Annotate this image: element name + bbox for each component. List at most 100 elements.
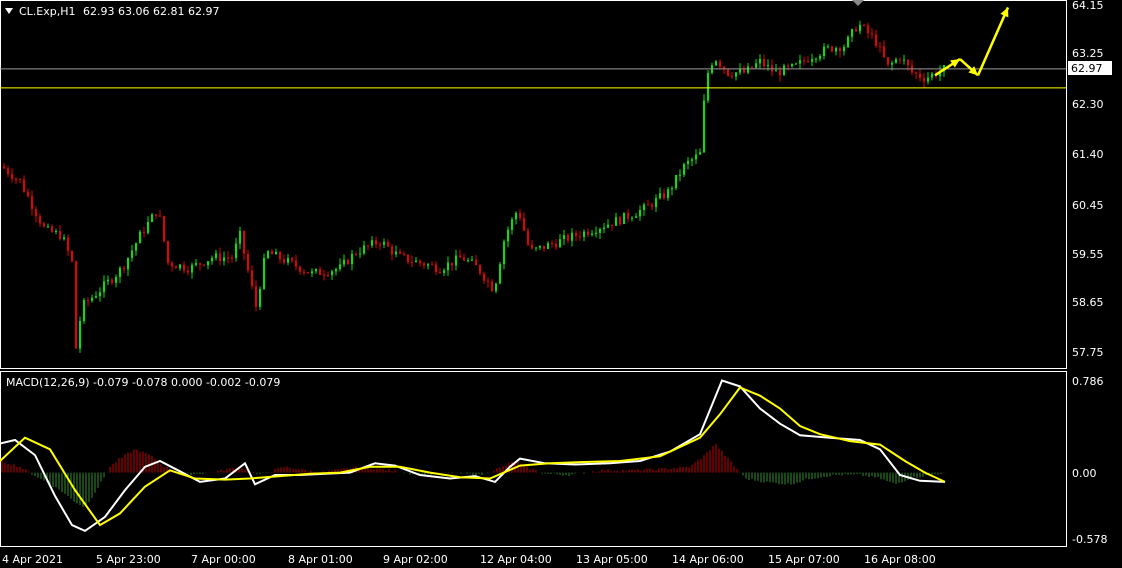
price-tick: 60.45 — [1072, 199, 1104, 212]
ohlc-label: 62.93 63.06 62.81 62.97 — [83, 5, 219, 18]
candle-body — [283, 259, 285, 263]
candle-body — [39, 216, 41, 224]
macd-tick: -0.578 — [1072, 533, 1107, 546]
candle-body — [323, 274, 325, 276]
candle-body — [275, 251, 277, 255]
candle-body — [291, 257, 293, 261]
price-tick: 59.55 — [1072, 248, 1104, 261]
candle-body — [119, 267, 121, 277]
candle-body — [587, 231, 589, 235]
candle-body — [851, 29, 853, 37]
candle-body — [403, 253, 405, 255]
candle-body — [447, 262, 449, 271]
candle-body — [515, 212, 517, 220]
candle-body — [639, 209, 641, 217]
candle-body — [207, 261, 209, 266]
candle-body — [431, 264, 433, 266]
candle-body — [427, 264, 429, 266]
candle-body — [131, 250, 133, 258]
candle-body — [687, 160, 689, 165]
candle-body — [47, 226, 49, 228]
candle-body — [595, 232, 597, 234]
candle-body — [799, 60, 801, 64]
candle-body — [591, 233, 593, 235]
candle-body — [775, 70, 777, 72]
candle-body — [815, 58, 817, 60]
candle-body — [651, 204, 653, 208]
candle-body — [539, 245, 541, 248]
candle-body — [503, 241, 505, 265]
candle-body — [599, 229, 601, 233]
symbol-label: CL.Exp,H1 — [19, 5, 76, 18]
candle-body — [819, 55, 821, 59]
candle-body — [355, 253, 357, 255]
candle-body — [871, 33, 873, 35]
candle-body — [71, 250, 73, 262]
candle-body — [479, 265, 481, 274]
candle-body — [727, 69, 729, 76]
candle-body — [767, 65, 769, 67]
candle-body — [311, 271, 313, 274]
candle-body — [435, 264, 437, 273]
candle-body — [551, 243, 553, 245]
candle-body — [715, 61, 717, 66]
candle-body — [847, 36, 849, 48]
candle-body — [835, 48, 837, 52]
candle-body — [443, 270, 445, 274]
candle-body — [603, 227, 605, 230]
candle-body — [567, 235, 569, 241]
candle-body — [887, 57, 889, 65]
candle-body — [23, 179, 25, 192]
candle-body — [223, 257, 225, 262]
time-label: 16 Apr 08:00 — [864, 553, 936, 566]
price-tick: 64.15 — [1072, 0, 1104, 12]
candle-body — [235, 243, 237, 259]
candle-body — [363, 245, 365, 254]
chart-background — [0, 0, 1122, 568]
candle-body — [759, 58, 761, 64]
candle-body — [891, 62, 893, 65]
candle-body — [803, 60, 805, 62]
candle-body — [843, 47, 845, 52]
candle-body — [115, 276, 117, 283]
candle-body — [755, 63, 757, 68]
time-label: 14 Apr 06:00 — [672, 553, 744, 566]
candle-body — [63, 237, 65, 240]
candle-body — [347, 259, 349, 265]
candle-body — [511, 219, 513, 230]
candle-body — [667, 189, 669, 199]
candle-body — [743, 69, 745, 73]
candle-body — [655, 198, 657, 208]
candle-body — [383, 241, 385, 245]
candle-body — [31, 196, 33, 210]
candle-body — [103, 281, 105, 293]
macd-label: MACD(12,26,9) -0.079 -0.078 0.000 -0.002… — [6, 376, 280, 389]
candle-body — [411, 262, 413, 264]
candle-body — [627, 212, 629, 219]
candle-body — [619, 217, 621, 225]
candle-body — [507, 229, 509, 242]
candle-body — [159, 215, 161, 217]
candle-body — [475, 259, 477, 266]
candle-body — [795, 63, 797, 65]
candle-body — [51, 226, 53, 232]
candle-body — [371, 240, 373, 246]
time-label: 5 Apr 23:00 — [96, 553, 161, 566]
candle-body — [923, 78, 925, 82]
candle-body — [211, 257, 213, 262]
candle-body — [643, 204, 645, 210]
candle-body — [139, 231, 141, 244]
candle-body — [899, 59, 901, 61]
candle-body — [559, 239, 561, 248]
price-tick: 61.40 — [1072, 148, 1104, 161]
candle-body — [399, 251, 401, 254]
candle-body — [303, 271, 305, 273]
candle-body — [883, 46, 885, 58]
candle-body — [11, 174, 13, 179]
candle-body — [531, 244, 533, 249]
price-tick: 57.75 — [1072, 346, 1104, 359]
candle-body — [751, 66, 753, 68]
candle-body — [83, 299, 85, 322]
candle-body — [611, 224, 613, 226]
candle-body — [43, 223, 45, 227]
